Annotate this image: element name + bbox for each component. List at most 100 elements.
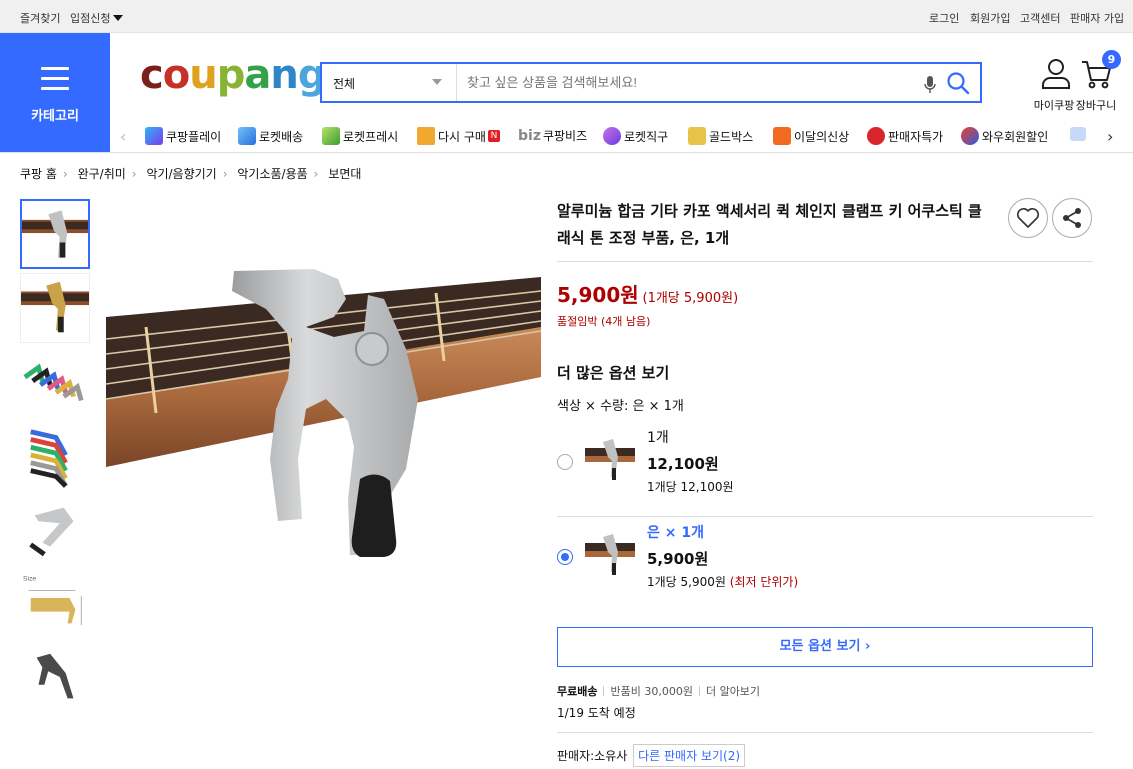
wishlist-button[interactable] (1008, 198, 1048, 238)
nav-item-rocket[interactable]: 로켓배송 (238, 127, 303, 145)
chevron-right-icon: › (222, 167, 228, 181)
top-bar: 즐겨찾기 입점신청 로그인 회원가입 고객센터 판매자 가입 (0, 0, 1133, 33)
mycoupang-label: 마이쿠팡 (1033, 99, 1075, 112)
thumbnail-color-capos[interactable] (20, 347, 90, 417)
nav-item-new[interactable]: 이달의신상 (773, 127, 849, 145)
chevron-right-icon: › (131, 167, 137, 181)
search-category-select[interactable]: 전체 (322, 64, 457, 101)
option-unit-value: 1개당 5,900원 (647, 575, 726, 589)
nav-label: 골드박스 (709, 129, 754, 144)
all-options-button[interactable]: 모든 옵션 보기 › (557, 627, 1093, 667)
option-thumbnail (585, 531, 635, 581)
option-row-1[interactable]: 1개 12,100원 1개당 12,100원 (557, 424, 1093, 514)
global-icon (603, 127, 621, 145)
breadcrumb-item[interactable]: 악기소품/용품 (237, 167, 307, 181)
seller-label: 판매자: (557, 749, 595, 763)
chevron-right-icon: › (62, 167, 68, 181)
breadcrumb-item[interactable]: 악기/음향기기 (146, 167, 216, 181)
breadcrumb-item[interactable]: 보면대 (328, 167, 361, 181)
option-row-2[interactable]: 은 × 1개 5,900원 1개당 5,900원 (최저 단위가) (557, 519, 1093, 609)
free-shipping: 무료배송 (557, 685, 598, 698)
goldbox-icon (688, 127, 706, 145)
divider (557, 261, 1093, 262)
thumbnail-open-capo[interactable] (20, 495, 90, 565)
chevron-right-icon: › (313, 167, 319, 181)
breadcrumb-item[interactable]: 쿠팡 홈 (20, 167, 57, 181)
cart-label: 장바구니 (1075, 99, 1117, 112)
return-fee: 반품비 30,000원 (610, 685, 693, 698)
unit-price: (1개당 5,900원) (642, 291, 739, 306)
category-label: 카테고리 (31, 109, 79, 124)
thumbnail-stacked-capos[interactable] (20, 421, 90, 491)
thumbnail-size-chart[interactable]: Size (20, 569, 90, 639)
mycoupang-button[interactable]: 마이쿠팡 (1034, 58, 1077, 113)
nav-item-goldbox[interactable]: 골드박스 (688, 127, 753, 145)
option-name: 은 × 1개 (647, 525, 704, 541)
login-link[interactable]: 로그인 (929, 10, 959, 26)
coupang-logo[interactable]: coupang (140, 55, 326, 95)
header-divider (0, 152, 1133, 153)
breadcrumb-item[interactable]: 완구/취미 (78, 167, 126, 181)
option-price: 12,100원 (647, 455, 719, 473)
selected-option-text: 색상 × 수량: 은 × 1개 (557, 399, 684, 414)
breadcrumb: 쿠팡 홈 › 완구/취미 › 악기/음향기기 › 악기소품/용품 › 보면대 (20, 165, 367, 182)
product-title: 알루미늄 합금 기타 카포 액세서리 퀵 체인지 클램프 키 어쿠스틱 클래식 … (557, 202, 982, 247)
stock-warning: 품절임박 (4개 남음) (557, 315, 651, 328)
nav-label: 쿠팡비즈 (542, 129, 588, 143)
nav-label: 와우회원할인 (982, 129, 1049, 144)
nav-item-seller-deal[interactable]: 판매자특가 (867, 127, 943, 145)
nav-label: 로켓배송 (259, 129, 304, 144)
thumbnail-gold-capo[interactable] (20, 273, 90, 343)
microphone-icon[interactable] (922, 75, 938, 95)
divider (557, 732, 1093, 733)
service-nav: ‹ 쿠팡플레이 로켓배송 로켓프레시 다시 구매 N biz 쿠팡비즈 로켓직구 골… (110, 120, 1133, 150)
all-options-label: 모든 옵션 보기 (779, 639, 861, 654)
cart-count-badge: 9 (1102, 50, 1121, 69)
nav-item-coupangplay[interactable]: 쿠팡플레이 (145, 127, 221, 145)
nav-label: 로켓직구 (624, 129, 669, 144)
nav-item-biz[interactable]: biz 쿠팡비즈 (518, 127, 587, 144)
nav-label: 다시 구매 (438, 129, 486, 144)
signup-link[interactable]: 회원가입 (970, 10, 1010, 26)
seller-name: 소유사 (594, 749, 628, 763)
share-button[interactable] (1052, 198, 1092, 238)
percent-icon (867, 127, 885, 145)
more-nav-icon (1070, 127, 1086, 141)
other-sellers-button[interactable]: 다른 판매자 보기(2) (633, 744, 746, 767)
new-icon (773, 127, 791, 145)
bookmark-link[interactable]: 즐겨찾기 (20, 10, 60, 26)
option-radio-1[interactable] (557, 454, 573, 470)
main-product-image[interactable] (106, 199, 541, 634)
nav-label: 판매자특가 (888, 129, 944, 144)
nav-item-rocket-fresh[interactable]: 로켓프레시 (322, 127, 398, 145)
thumbnail-black-capo[interactable] (20, 643, 90, 713)
rebuy-icon (417, 127, 435, 145)
category-button[interactable]: 카테고리 (0, 33, 110, 152)
nav-item-global[interactable]: 로켓직구 (603, 127, 668, 145)
new-badge: N (487, 130, 500, 142)
option-unit-price: 1개당 5,900원 (최저 단위가) (647, 573, 798, 590)
option-name: 1개 (647, 430, 669, 446)
hamburger-icon (41, 67, 69, 90)
caret-down-icon (113, 15, 124, 21)
nav-item-wow[interactable]: 와우회원할인 (961, 127, 1048, 145)
user-icon (1042, 59, 1070, 89)
search-icon[interactable] (946, 71, 970, 95)
shipping-more-link[interactable]: 더 알아보기 (706, 685, 760, 698)
seller-apply-menu[interactable]: 입점신청 (70, 10, 124, 26)
nav-item-rebuy[interactable]: 다시 구매 N (417, 127, 500, 145)
customer-center-link[interactable]: 고객센터 (1020, 10, 1060, 26)
search-input[interactable] (459, 64, 909, 101)
thumbnail-silver-capo[interactable] (20, 199, 90, 269)
seller-signup-link[interactable]: 판매자 가입 (1070, 10, 1124, 26)
option-radio-2[interactable] (557, 549, 573, 565)
option-price: 5,900원 (647, 550, 709, 568)
sale-price: 5,900원 (557, 283, 639, 307)
play-icon (145, 127, 163, 145)
wow-icon (961, 127, 979, 145)
divider (557, 516, 1093, 517)
nav-prev-arrow-icon[interactable]: ‹ (120, 127, 126, 146)
nav-label: 이달의신상 (794, 129, 850, 144)
nav-next-arrow-icon[interactable]: › (1107, 127, 1113, 146)
lowest-unit-note: (최저 단위가) (729, 575, 799, 589)
